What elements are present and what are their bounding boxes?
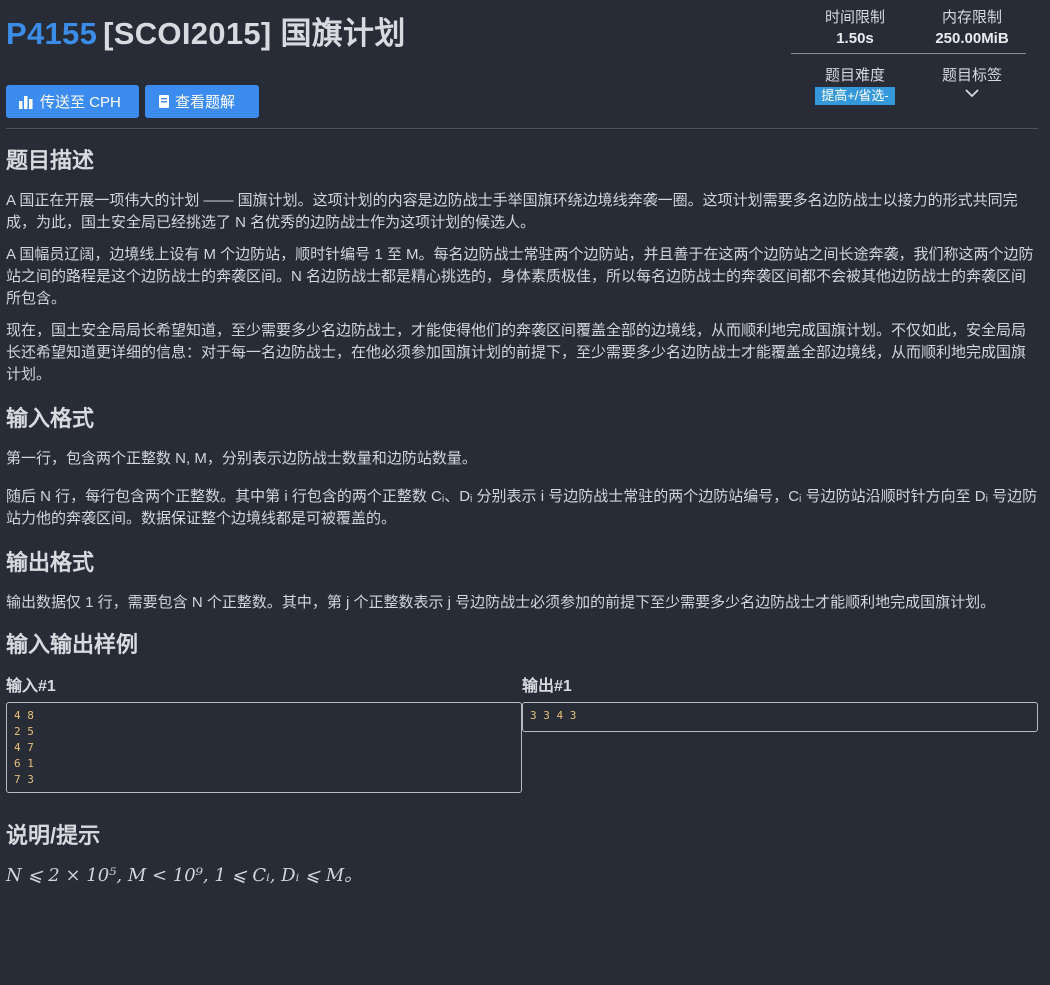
section-title-samples: 输入输出样例	[6, 632, 139, 657]
input-paragraph-2: 随后 N 行，每行包含两个正整数。其中第 i 行包含的两个正整数 Cᵢ、Dᵢ 分…	[6, 488, 1038, 527]
time-limit-label: 时间限制	[824, 9, 885, 26]
section-title-description: 题目描述	[6, 148, 95, 173]
page-title: P4155 [SCOI2015] 国旗计划	[6, 8, 406, 53]
memory-limit-label: 内存限制	[941, 9, 1002, 26]
difficulty: 题目难度 提高+/省选-	[792, 64, 918, 105]
input-paragraph-1: 第一行，包含两个正整数 N, M，分别表示边防战士数量和边防站数量。	[6, 450, 477, 467]
sample-input-box[interactable]: 4 8 2 5 4 7 6 1 7 3	[6, 702, 522, 793]
send-to-cph-button[interactable]: 传送至 CPH	[6, 85, 139, 118]
time-limit: 时间限制 1.50s	[792, 6, 918, 47]
sample-input: 输入#1 4 8 2 5 4 7 6 1 7 3	[6, 672, 522, 793]
send-to-cph-label: 传送至 CPH	[40, 94, 121, 111]
chevron-down-icon[interactable]	[964, 87, 980, 99]
samples: 输入#1 4 8 2 5 4 7 6 1 7 3 输出#1 3 3 4 3	[6, 672, 1038, 793]
problem-tags[interactable]: 题目标签	[918, 64, 1026, 99]
problem-name: [SCOI2015] 国旗计划	[103, 16, 406, 51]
header-divider	[6, 128, 1038, 129]
section-title-output: 输出格式	[6, 550, 95, 575]
output-paragraph-1: 输出数据仅 1 行，需要包含 N 个正整数。其中，第 j 个正整数表示 j 号边…	[6, 594, 996, 611]
difficulty-label: 题目难度	[824, 67, 885, 84]
problem-id: P4155	[6, 16, 98, 51]
problem-header: P4155 [SCOI2015] 国旗计划 传送至 CPH 查看题解 时间限制 1…	[0, 0, 1050, 130]
bar-chart-icon	[19, 95, 33, 109]
sample-output-label: 输出#1	[522, 678, 572, 695]
section-title-input: 输入格式	[6, 406, 95, 431]
view-solution-label: 查看题解	[175, 94, 236, 111]
view-solution-button[interactable]: 查看题解	[145, 85, 259, 118]
time-limit-value: 1.50s	[836, 30, 874, 47]
section-title-hint: 说明/提示	[6, 823, 101, 848]
meta-divider	[791, 53, 1026, 54]
sample-output: 输出#1 3 3 4 3	[522, 672, 1038, 793]
description-paragraph-1: A 国正在开展一项伟大的计划 —— 国旗计划。这项计划的内容是边防战士手举国旗环…	[6, 192, 1018, 231]
tags-label: 题目标签	[941, 67, 1002, 84]
book-icon	[159, 94, 169, 108]
memory-limit: 内存限制 250.00MiB	[918, 6, 1026, 47]
description-paragraph-3: 现在，国土安全局局长希望知道，至少需要多少名边防战士，才能使得他们的奔袭区间覆盖…	[6, 322, 1027, 383]
problem-content: 题目描述 A 国正在开展一项伟大的计划 —— 国旗计划。这项计划的内容是边防战士…	[6, 146, 1038, 897]
sample-output-box[interactable]: 3 3 4 3	[522, 702, 1038, 732]
memory-limit-value: 250.00MiB	[935, 30, 1009, 47]
sample-input-label: 输入#1	[6, 678, 56, 695]
description-paragraph-2: A 国幅员辽阔，边境线上设有 M 个边防站，顺时针编号 1 至 M。每名边防战士…	[6, 246, 1034, 307]
difficulty-badge[interactable]: 提高+/省选-	[815, 87, 895, 105]
hint-text: N ⩽ 2 × 10⁵, M < 10⁹, 1 ⩽ Cᵢ, Dᵢ ⩽ M。	[6, 865, 363, 886]
